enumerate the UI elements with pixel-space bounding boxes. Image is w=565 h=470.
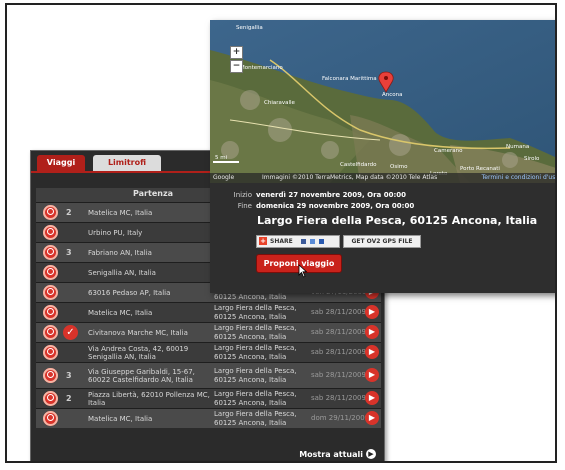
seat-count: 2 — [66, 208, 72, 217]
locate-pin-icon[interactable] — [43, 265, 58, 280]
arrow-right-icon[interactable]: ▶ — [365, 345, 379, 359]
locate-pin-icon[interactable] — [43, 411, 58, 426]
seat-count: 3 — [66, 371, 72, 380]
map-label: Senigallia — [236, 25, 263, 31]
column-partenza: Partenza — [133, 189, 173, 198]
table-row[interactable]: 3 Via Giuseppe Garibaldi, 15-67, 60022 C… — [36, 362, 381, 388]
map-imagery: Senigallia Montemarciano Falconara Marit… — [210, 20, 555, 183]
checkmark-icon: ✓ — [63, 325, 78, 340]
destination: Largo Fiera della Pesca, 60125 Ancona, I… — [214, 390, 297, 407]
departure: Matelica MC, Italia — [88, 309, 153, 317]
facebook-icon — [300, 239, 306, 244]
seat-count: 3 — [66, 248, 72, 257]
map-label: Porto Recanati — [460, 166, 500, 172]
trip-date: sab 28/11/2009 — [311, 394, 366, 402]
destination: Largo Fiera della Pesca, 60125 Ancona, I… — [214, 324, 297, 341]
locate-pin-icon[interactable] — [43, 245, 58, 260]
delicious-icon — [309, 239, 315, 244]
map-label: Montemarciano — [240, 65, 283, 71]
digg-icon — [319, 239, 324, 244]
plus-icon: + — [259, 237, 267, 245]
map-label: Camerano — [434, 148, 463, 154]
arrow-right-icon[interactable]: ▶ — [365, 305, 379, 319]
google-logo: Google — [213, 174, 235, 181]
locate-pin-icon[interactable] — [43, 285, 58, 300]
zoom-out-button[interactable]: − — [230, 60, 243, 73]
arrow-right-icon[interactable]: ▶ — [365, 411, 379, 425]
trip-date: sab 28/11/2009 — [311, 371, 366, 379]
end-value: domenica 29 novembre 2009, Ora 00:00 — [256, 202, 415, 210]
map-label: Falconara Marittima — [322, 76, 377, 82]
destination: Largo Fiera della Pesca, 60125 Ancona, I… — [214, 344, 297, 361]
satellite-map[interactable]: Senigallia Montemarciano Falconara Marit… — [210, 20, 555, 183]
departure: Via Giuseppe Garibaldi, 15-67, 60022 Cas… — [88, 368, 195, 384]
map-attribution: Google Immagini ©2010 TerraMetrics, Map … — [210, 173, 555, 183]
screenshot-frame: Viaggi Limitrofi Partenza 2 Matelica MC,… — [5, 3, 557, 463]
start-value: venerdì 27 novembre 2009, Ora 00:00 — [256, 191, 406, 199]
map-label: Sirolo — [524, 156, 540, 162]
table-row[interactable]: Matelica MC, Italia Largo Fiera della Pe… — [36, 302, 381, 322]
departure: 63016 Pedaso AP, Italia — [88, 289, 171, 297]
start-label: Inizio — [233, 191, 252, 199]
departure: Via Andrea Costa, 42, 60019 Senigallia A… — [88, 345, 189, 361]
locate-pin-icon[interactable] — [43, 225, 58, 240]
locate-pin-icon[interactable] — [43, 345, 58, 360]
locate-pin-icon[interactable] — [43, 325, 58, 340]
destination: Largo Fiera della Pesca, 60125 Ancona, I… — [214, 410, 297, 427]
departure: Civitanova Marche MC, Italia — [88, 329, 188, 337]
map-label: Chiaravalle — [264, 100, 296, 106]
share-button[interactable]: + SHARE — [256, 235, 340, 248]
trip-date: sab 28/11/2009 — [311, 308, 366, 316]
destination: Largo Fiera della Pesca, 60125 Ancona, I… — [214, 367, 297, 384]
table-row[interactable]: 2 Piazza Libertà, 62010 Pollenza MC, Ita… — [36, 388, 381, 408]
mouse-cursor-icon — [298, 264, 308, 278]
map-label: Osimo — [390, 164, 408, 170]
gps-file-button[interactable]: GET OV2 GPS FILE — [343, 235, 421, 248]
trip-date: sab 28/11/2009 — [311, 348, 366, 356]
table-row[interactable]: ✓ Civitanova Marche MC, Italia Largo Fie… — [36, 322, 381, 342]
trip-detail-panel: Senigallia Montemarciano Falconara Marit… — [210, 20, 555, 293]
arrow-right-icon[interactable]: ▶ — [365, 391, 379, 405]
destination: Largo Fiera della Pesca, 60125 Ancona, I… — [214, 304, 297, 321]
departure: Piazza Libertà, 62010 Pollenza MC, Itali… — [88, 391, 210, 407]
share-label: SHARE — [270, 238, 293, 245]
destination-title: Largo Fiera della Pesca, 60125 Ancona, I… — [257, 214, 538, 227]
map-label: Castelfidardo — [340, 162, 377, 168]
seat-count: 2 — [66, 394, 72, 403]
departure: Fabriano AN, Italia — [88, 249, 152, 257]
locate-pin-icon[interactable] — [43, 368, 58, 383]
show-current-link[interactable]: Mostra attuali ▶ — [299, 449, 376, 459]
arrow-right-circle-icon: ▶ — [366, 449, 376, 459]
map-label: Ancona — [382, 92, 403, 98]
tab-viaggi[interactable]: Viaggi — [37, 155, 85, 171]
table-row[interactable]: Via Andrea Costa, 42, 60019 Senigallia A… — [36, 342, 381, 362]
end-label: Fine — [237, 202, 252, 210]
show-current-label: Mostra attuali — [299, 449, 363, 459]
departure: Urbino PU, Italy — [88, 229, 143, 237]
departure: Matelica MC, Italia — [88, 209, 153, 217]
map-copyright: Immagini ©2010 TerraMetrics, Map data ©2… — [262, 174, 438, 181]
locate-pin-icon[interactable] — [43, 391, 58, 406]
map-scale-label: 5 mi — [215, 155, 228, 161]
arrow-right-icon[interactable]: ▶ — [365, 368, 379, 382]
locate-pin-icon[interactable] — [43, 305, 58, 320]
map-label: Numana — [506, 144, 529, 150]
trip-date: sab 28/11/2009 — [311, 328, 366, 336]
tab-limitrofi[interactable]: Limitrofi — [93, 155, 161, 171]
terms-link[interactable]: Termini e condizioni d'uso — [482, 173, 555, 183]
departure: Senigallia AN, Italia — [88, 269, 156, 277]
trip-date: dom 29/11/2009 — [311, 414, 370, 422]
table-row[interactable]: Matelica MC, Italia Largo Fiera della Pe… — [36, 408, 381, 428]
locate-pin-icon[interactable] — [43, 205, 58, 220]
zoom-in-button[interactable]: + — [230, 46, 243, 59]
arrow-right-icon[interactable]: ▶ — [365, 325, 379, 339]
departure: Matelica MC, Italia — [88, 415, 153, 423]
